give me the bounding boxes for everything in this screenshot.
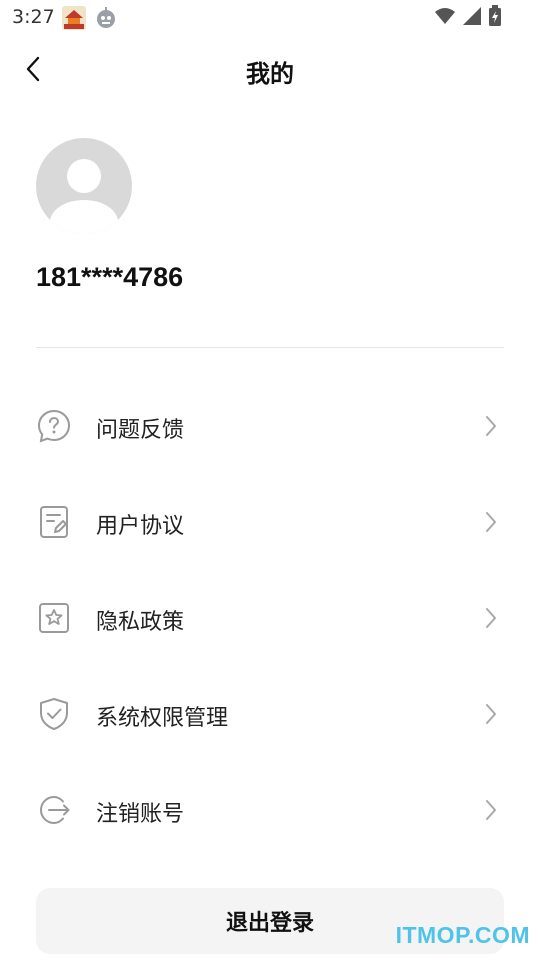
shield-check-icon bbox=[36, 696, 72, 732]
default-avatar-icon bbox=[36, 138, 132, 234]
robot-notification-icon bbox=[94, 6, 118, 30]
menu-item-delete-account[interactable]: 注销账号 bbox=[0, 762, 540, 858]
chevron-right-icon bbox=[482, 702, 500, 726]
nav-bar: 我的 bbox=[0, 40, 540, 100]
chevron-right-icon bbox=[482, 606, 500, 630]
watermark-text: ITMOP.COM bbox=[395, 922, 530, 948]
signal-icon bbox=[462, 6, 482, 30]
menu-list: 问题反馈 用户协议 隐私政策 系统权限管理 注销账号 bbox=[0, 378, 540, 858]
menu-item-privacy-policy[interactable]: 隐私政策 bbox=[0, 570, 540, 666]
status-time: 3:27 bbox=[12, 6, 55, 28]
menu-item-label: 问题反馈 bbox=[96, 418, 185, 443]
question-icon bbox=[36, 408, 72, 444]
chevron-right-icon bbox=[482, 510, 500, 534]
menu-item-label: 用户协议 bbox=[96, 514, 185, 539]
logout-arrow-icon bbox=[36, 792, 72, 828]
wifi-icon bbox=[434, 7, 456, 29]
system-icons bbox=[434, 5, 502, 31]
phone-number: 181****4786 bbox=[36, 262, 184, 292]
menu-item-label: 系统权限管理 bbox=[96, 706, 229, 731]
menu-item-label: 隐私政策 bbox=[96, 610, 185, 635]
chevron-right-icon bbox=[482, 798, 500, 822]
status-bar: 3:27 bbox=[0, 0, 540, 36]
document-edit-icon bbox=[36, 504, 72, 540]
menu-item-system-permissions[interactable]: 系统权限管理 bbox=[0, 666, 540, 762]
star-badge-icon bbox=[36, 600, 72, 636]
chevron-right-icon bbox=[482, 414, 500, 438]
app-notification-icon bbox=[62, 6, 86, 30]
menu-item-label: 注销账号 bbox=[96, 802, 185, 827]
menu-item-feedback[interactable]: 问题反馈 bbox=[0, 378, 540, 474]
page-title: 我的 bbox=[246, 60, 294, 88]
menu-item-user-agreement[interactable]: 用户协议 bbox=[0, 474, 540, 570]
profile-divider bbox=[36, 347, 504, 348]
battery-icon bbox=[488, 5, 502, 31]
avatar[interactable] bbox=[36, 138, 132, 234]
